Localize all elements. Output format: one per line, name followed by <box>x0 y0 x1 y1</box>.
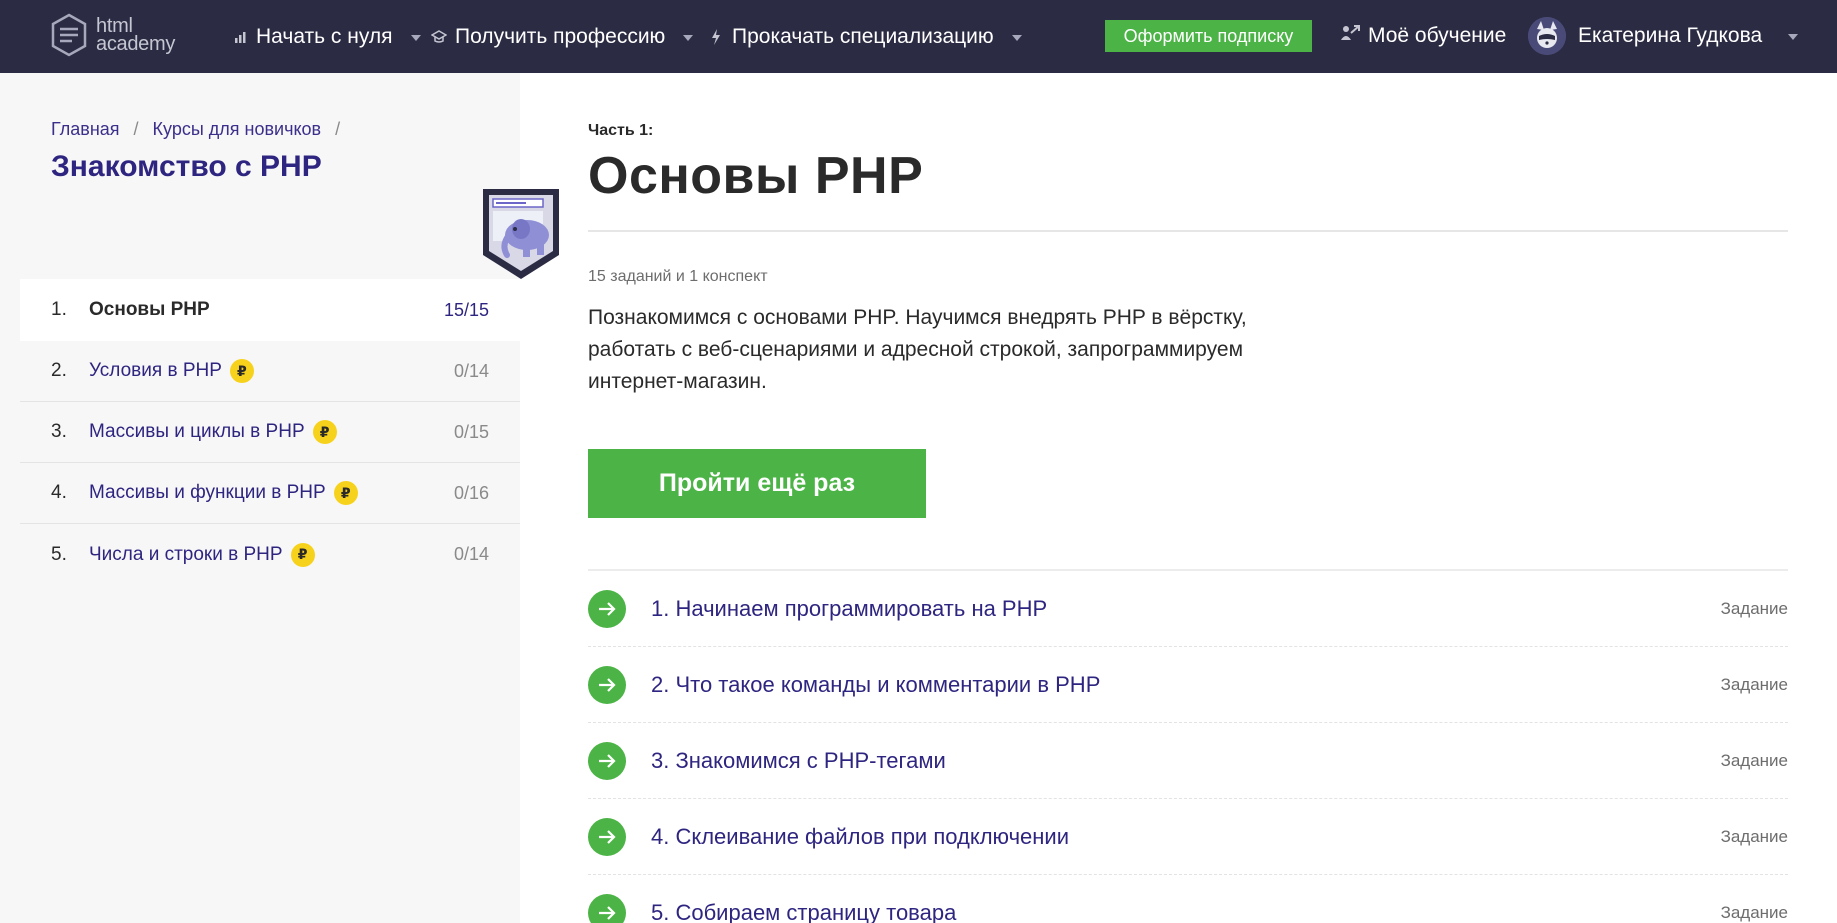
breadcrumb-beginner-courses[interactable]: Курсы для новичков <box>153 119 322 140</box>
ruble-coin-icon: ₽ <box>312 420 337 444</box>
title-divider <box>588 230 1788 232</box>
part-description: Познакомимся с основами PHP. Научимся вн… <box>588 306 1247 393</box>
part-title: Массивы и функции в PHP <box>89 482 326 503</box>
part-title: Основы PHP <box>89 299 210 320</box>
course-sidebar: Главная / Курсы для новичков / Знакомств… <box>0 73 559 923</box>
ruble-coin-icon: ₽ <box>333 481 358 505</box>
part-title: Числа и строки в PHP <box>89 543 283 565</box>
page-title: Основы PHP <box>588 147 924 205</box>
bars-icon <box>232 29 248 45</box>
part-title: Массивы и циклы в PHP <box>89 421 305 442</box>
task-item-1[interactable]: 1. Начинаем программировать на PHP Задан… <box>588 571 1788 647</box>
chevron-down-icon <box>683 35 694 41</box>
user-menu[interactable]: Екатерина Гудкова <box>1528 17 1799 55</box>
task-item-3[interactable]: 3. Знакомимся с PHP-тегами Задание <box>588 723 1788 799</box>
task-item-4[interactable]: 4. Склеивание файлов при подключении Зад… <box>588 799 1788 875</box>
part-progress: 15/15 <box>443 299 489 320</box>
my-learning-label: Моё обучение <box>1368 24 1507 47</box>
task-type: Задание <box>1720 902 1788 922</box>
part-label: Часть 1: <box>588 122 654 139</box>
arrow-right-icon <box>588 817 626 856</box>
part-progress: 0/15 <box>453 421 489 442</box>
part-progress: 0/14 <box>453 544 489 564</box>
subscribe-button[interactable]: Оформить подписку <box>1105 20 1312 52</box>
nav-label: Прокачать специализацию <box>732 25 994 48</box>
arrow-right-icon <box>588 893 626 923</box>
part-number: 4. <box>51 482 67 503</box>
lightning-icon <box>708 29 724 45</box>
part-number: 2. <box>51 360 67 381</box>
nav-label: Начать с нуля <box>256 25 393 48</box>
arrow-right-icon <box>588 665 626 704</box>
ruble-coin-icon: ₽ <box>290 542 315 567</box>
nav-upgrade-specialization[interactable]: Прокачать специализацию <box>708 24 1022 50</box>
task-type: Задание <box>1720 750 1788 770</box>
part-number: 3. <box>51 421 67 442</box>
nav-start-from-scratch[interactable]: Начать с нуля <box>232 24 421 50</box>
task-item-5[interactable]: 5. Собираем страницу товара Задание <box>588 875 1788 923</box>
breadcrumb-separator: / <box>133 119 139 139</box>
task-type: Задание <box>1720 826 1788 846</box>
avatar <box>1528 17 1566 55</box>
course-title: Знакомство с PHP <box>51 150 322 183</box>
course-part-5[interactable]: 5. Числа и строки в PHP ₽ 0/14 <box>20 524 520 585</box>
graduation-cap-icon <box>431 29 447 45</box>
logo-text-academy: academy <box>96 33 176 55</box>
chevron-down-icon <box>1788 34 1799 40</box>
task-title: 1. Начинаем программировать на PHP <box>651 595 1048 621</box>
chevron-down-icon <box>410 35 421 41</box>
part-number: 5. <box>51 543 67 565</box>
part-progress: 0/14 <box>453 360 489 381</box>
nav-label: Получить профессию <box>455 25 666 48</box>
breadcrumb-home[interactable]: Главная <box>51 119 120 140</box>
retake-button[interactable]: Пройти ещё раз <box>588 449 926 518</box>
part-number: 1. <box>51 299 67 320</box>
my-learning-link[interactable]: Моё обучение <box>1340 24 1506 48</box>
chevron-down-icon <box>1011 35 1022 41</box>
part-progress: 0/16 <box>453 482 489 503</box>
task-item-2[interactable]: 2. Что такое команды и комментарии в PHP… <box>588 647 1788 723</box>
task-title: 5. Собираем страницу товара <box>651 899 957 923</box>
course-part-4[interactable]: 4. Массивы и функции в PHP ₽ 0/16 <box>20 463 520 524</box>
breadcrumb: Главная / Курсы для новичков / <box>51 119 340 140</box>
ruble-coin-icon: ₽ <box>229 359 254 383</box>
arrow-right-icon <box>588 589 626 628</box>
learning-icon <box>1340 24 1360 48</box>
task-type: Задание <box>1720 674 1788 694</box>
html-academy-logo[interactable]: html academy <box>50 13 175 57</box>
part-meta: 15 заданий и 1 конспект <box>588 268 768 285</box>
task-title: 3. Знакомимся с PHP-тегами <box>651 747 946 773</box>
course-parts-list: 1. Основы PHP 15/15 2. Условия в PHP ₽ 0/… <box>20 279 520 585</box>
task-type: Задание <box>1720 598 1788 618</box>
user-name: Екатерина Гудкова <box>1578 24 1763 47</box>
top-navigation-bar: html academy Начать с нуля Получить проф… <box>0 0 1837 73</box>
course-part-3[interactable]: 3. Массивы и циклы в PHP ₽ 0/15 <box>20 402 520 463</box>
task-title: 4. Склеивание файлов при подключении <box>651 823 1069 849</box>
logo-icon <box>51 13 87 57</box>
php-elephant-badge <box>479 185 563 286</box>
course-part-2[interactable]: 2. Условия в PHP ₽ 0/14 <box>20 341 520 402</box>
breadcrumb-separator: / <box>335 119 341 139</box>
course-part-1[interactable]: 1. Основы PHP 15/15 <box>20 279 520 341</box>
task-title: 2. Что такое команды и комментарии в PHP <box>651 671 1101 697</box>
nav-get-profession[interactable]: Получить профессию <box>431 24 694 50</box>
part-title: Условия в PHP <box>89 360 222 381</box>
task-list: 1. Начинаем программировать на PHP Задан… <box>588 569 1788 923</box>
arrow-right-icon <box>588 741 626 780</box>
